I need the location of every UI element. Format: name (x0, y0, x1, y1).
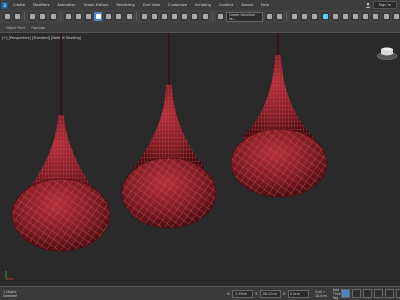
named-selection-set-dropdown[interactable]: Create Selection Se... (225, 11, 263, 22)
render-cloud-icon[interactable] (381, 12, 390, 21)
pendant-lamp-middle[interactable] (121, 33, 217, 229)
scene-render (5, 33, 328, 280)
x-coordinate-field[interactable]: -2.39cm (232, 289, 254, 298)
menu-create[interactable]: Create (9, 0, 29, 10)
world-axis-tripod-icon (5, 271, 14, 280)
link-icon[interactable] (28, 12, 37, 21)
select-move-icon[interactable] (94, 12, 103, 21)
go-to-start-icon[interactable] (351, 289, 361, 298)
menu-customize[interactable]: Customize (164, 0, 191, 10)
auto-key-button[interactable] (340, 289, 350, 298)
layer-explorer-icon[interactable] (300, 12, 309, 21)
percent-snap-icon[interactable] (190, 12, 199, 21)
rect-selection-icon[interactable] (83, 12, 93, 21)
schematic-view-icon[interactable] (330, 12, 339, 21)
pendant-lamp-left[interactable] (11, 33, 111, 252)
orbit-icon[interactable] (395, 289, 400, 298)
mirror-icon[interactable] (264, 12, 274, 21)
menu-rendering[interactable]: Rendering (112, 0, 138, 10)
edit-named-selection-icon[interactable] (215, 12, 224, 21)
menu-bar: 3 Create Modifiers Animation Graph Edito… (0, 0, 400, 10)
y-label: Y: (255, 291, 258, 296)
menu-modifiers[interactable]: Modifiers (29, 0, 53, 10)
align-icon[interactable] (275, 12, 284, 21)
scene-explorer-icon[interactable] (290, 12, 299, 21)
unlink-icon[interactable] (38, 12, 47, 21)
x-label: X: (226, 291, 231, 296)
reference-coord-icon[interactable] (139, 12, 148, 21)
playback-controls (340, 289, 400, 298)
menu-scripting[interactable]: Scripting (191, 0, 215, 10)
toolbar-separator (59, 12, 61, 21)
zoom-extents-icon[interactable] (384, 289, 394, 298)
menu-content[interactable]: Content (215, 0, 237, 10)
svg-text:3: 3 (3, 3, 6, 9)
viewcube-icon[interactable] (376, 45, 398, 61)
z-coordinate-field[interactable]: 0.0cm (287, 289, 309, 298)
coordinate-display: X: -2.39cm Y: -58.12cm Z: 0.0cm (226, 289, 309, 298)
perspective-viewport[interactable]: [+] [Perspective] [Standard] [Default Sh… (0, 32, 400, 286)
keyboard-shortcut-icon[interactable] (159, 12, 169, 21)
user-icon[interactable] (365, 2, 371, 9)
render-setup-icon[interactable] (351, 12, 360, 21)
menu-help[interactable]: Help (257, 0, 273, 10)
selection-status: 1 Object Selected (3, 289, 17, 298)
add-time-tag-button[interactable]: Add Time Tag (333, 288, 341, 300)
main-toolbar: Create Selection Se... (0, 10, 400, 23)
pivot-icon[interactable] (149, 12, 158, 21)
go-to-end-icon[interactable] (373, 289, 383, 298)
render-production-icon[interactable] (371, 12, 380, 21)
ribbon-toggle-icon[interactable] (310, 12, 319, 21)
ribbon-tab-object-paint[interactable]: Object Paint (6, 26, 25, 30)
select-rotate-icon[interactable] (104, 12, 113, 21)
select-scale-icon[interactable] (114, 12, 123, 21)
toolbar-separator (286, 12, 288, 21)
spinner-snap-icon[interactable] (200, 12, 209, 21)
arnold-render-icon[interactable] (391, 12, 400, 21)
sign-in-button[interactable]: Sign In (372, 1, 397, 9)
redo-icon[interactable] (13, 12, 22, 21)
curve-editor-icon[interactable] (320, 12, 329, 21)
select-place-icon[interactable] (124, 12, 133, 21)
toolbar-separator (135, 12, 137, 21)
z-label: Z: (282, 291, 286, 296)
material-editor-icon[interactable] (340, 12, 350, 21)
select-object-icon[interactable] (63, 12, 72, 21)
bind-space-warp-icon[interactable] (48, 12, 57, 21)
undo-icon[interactable] (3, 12, 12, 21)
rendered-frame-window-icon[interactable] (361, 12, 370, 21)
menu-animation[interactable]: Animation (53, 0, 79, 10)
toolbar-separator (211, 12, 213, 21)
menu-civil-view[interactable]: Civil View (139, 0, 164, 10)
pendant-lamp-right[interactable] (230, 33, 328, 198)
y-coordinate-field[interactable]: -58.12cm (259, 289, 281, 298)
menubar-right: Sign In (365, 1, 400, 9)
ribbon-tab-populate[interactable]: Populate (31, 26, 45, 30)
select-by-name-icon[interactable] (73, 12, 82, 21)
menu-arnold[interactable]: Arnold (237, 0, 257, 10)
menu-graph-editors[interactable]: Graph Editors (80, 0, 113, 10)
app-logo-icon[interactable]: 3 (0, 1, 9, 10)
ribbon-bar: Object Paint Populate (0, 23, 400, 32)
grid-size-label: Grid = 10.0cm (314, 289, 327, 298)
status-bar: 1 Object Selected X: -2.39cm Y: -58.12cm… (0, 286, 400, 300)
toolbar-separator (24, 12, 26, 21)
angle-snap-icon[interactable] (180, 12, 189, 21)
play-icon[interactable] (362, 289, 372, 298)
add-time-tag-label: Add Time Tag (332, 287, 341, 300)
snaps-toggle-icon[interactable] (170, 12, 179, 21)
